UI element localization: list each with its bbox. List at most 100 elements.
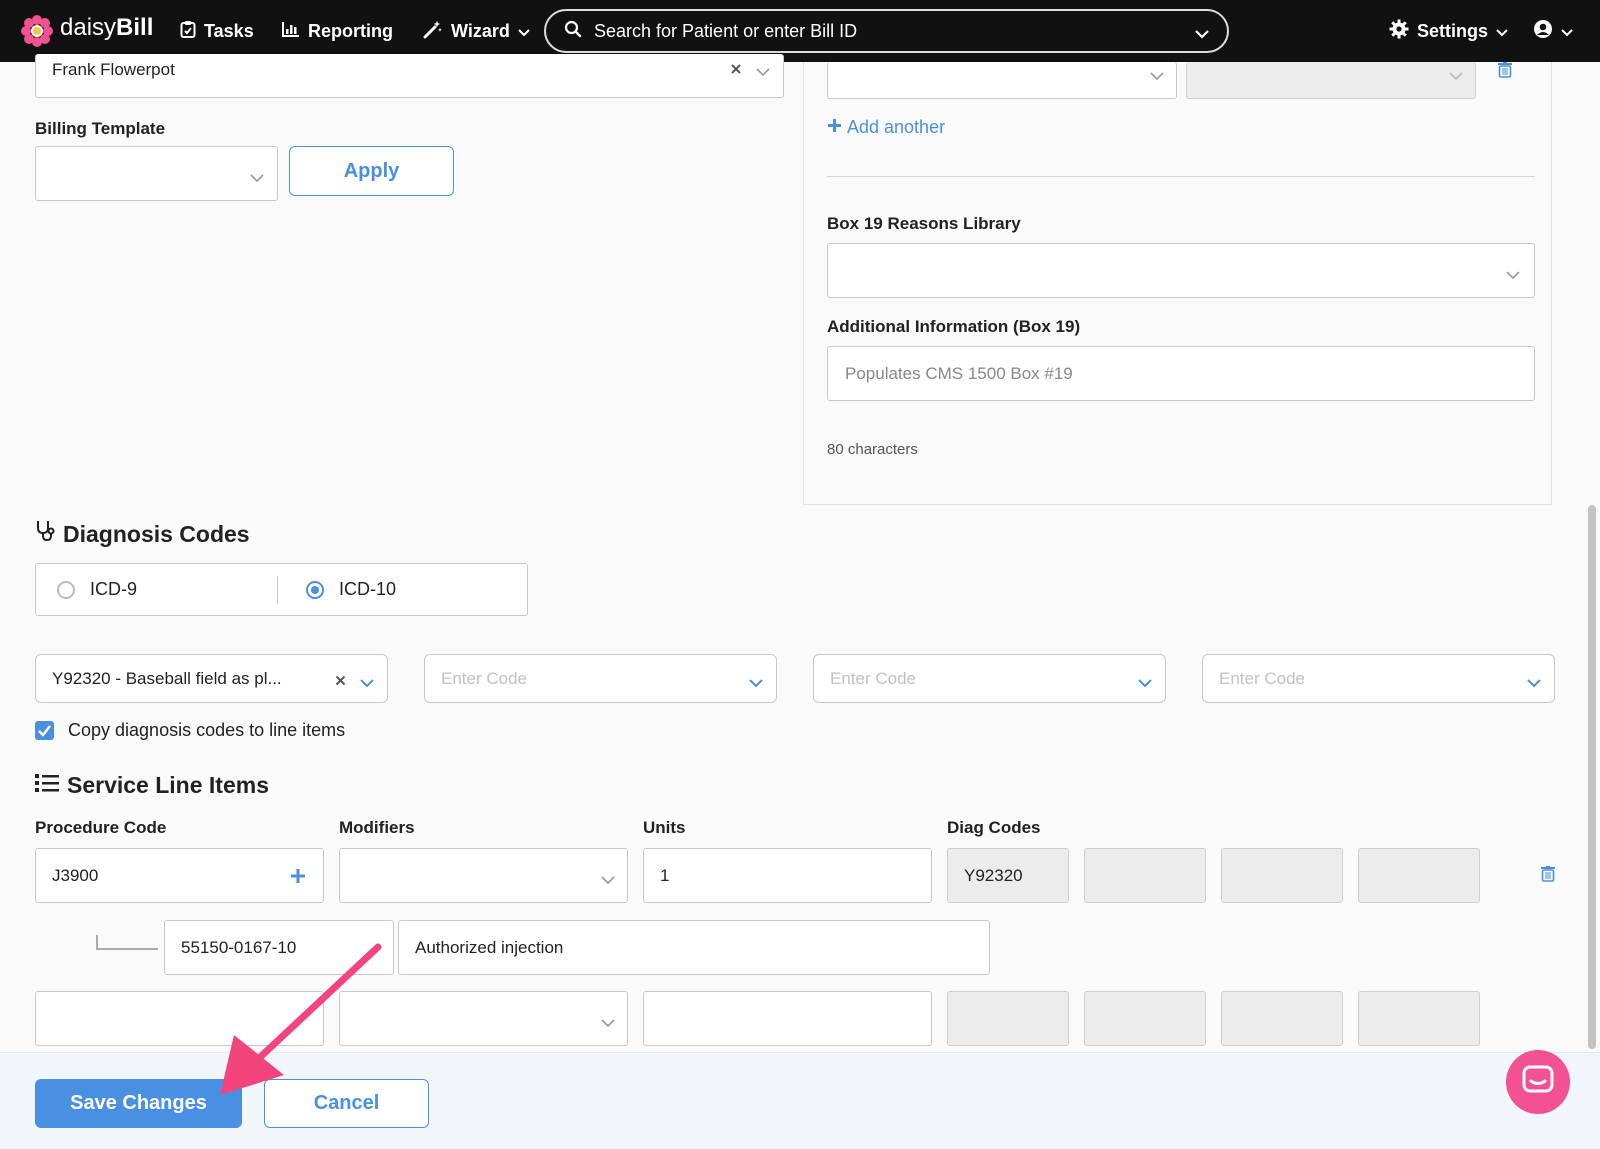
clipboard-check-icon: [180, 20, 196, 43]
daisy-logo-icon[interactable]: [20, 14, 54, 48]
chevron-down-icon: [1150, 68, 1164, 86]
chevron-down-icon: [250, 170, 264, 188]
plus-icon: [827, 117, 842, 138]
diag-pointer-1[interactable]: Y92320: [947, 848, 1069, 903]
apply-button[interactable]: Apply: [289, 146, 454, 196]
diagnosis-code-4-placeholder: Enter Code: [1219, 669, 1305, 688]
provider-select[interactable]: Frank Flowerpot: [35, 54, 784, 98]
billing-template-label: Billing Template: [35, 119, 166, 138]
brand-name[interactable]: daisyBill: [60, 14, 153, 42]
add-another-link[interactable]: Add another: [827, 117, 945, 138]
divider: [827, 176, 1535, 177]
sub-row-connector: [96, 935, 158, 950]
chevron-down-icon: [1561, 21, 1573, 42]
procedure-code-header: Procedure Code: [35, 818, 167, 837]
diag-pointer-3[interactable]: [1221, 848, 1343, 903]
procedure-code-input[interactable]: J3900: [35, 848, 324, 903]
units-input[interactable]: 1: [643, 848, 932, 903]
chevron-down-icon: [601, 872, 615, 890]
additional-info-input[interactable]: Populates CMS 1500 Box #19: [827, 346, 1535, 401]
additional-info-label: Additional Information (Box 19): [827, 317, 1081, 336]
diagnosis-code-4-select[interactable]: Enter Code: [1202, 654, 1555, 703]
units-value: 1: [660, 866, 670, 885]
diag-pointer-1[interactable]: [947, 991, 1069, 1046]
units-input[interactable]: [643, 991, 932, 1046]
radio-checked-icon: [306, 580, 324, 599]
diag-pointer-2[interactable]: [1084, 991, 1206, 1046]
nav-wizard-label: Wizard: [451, 20, 510, 41]
nav-tasks-label: Tasks: [204, 20, 254, 41]
qualifier-value-select[interactable]: [1186, 62, 1476, 99]
diag-pointer-3[interactable]: [1221, 991, 1343, 1046]
chevron-down-icon: [1496, 21, 1508, 42]
trash-icon[interactable]: [1541, 866, 1555, 887]
ndc-description-input[interactable]: Authorized injection: [398, 920, 990, 975]
trash-icon[interactable]: [1498, 62, 1512, 83]
chat-launcher-button[interactable]: [1506, 1050, 1570, 1114]
checkbox-checked-icon: [35, 721, 54, 740]
provider-value: Frank Flowerpot: [52, 60, 175, 79]
qualifier-select[interactable]: [827, 62, 1177, 99]
ndc-description-value: Authorized injection: [415, 938, 564, 957]
units-header: Units: [643, 818, 686, 837]
box19-panel: Add another Box 19 Reasons Library Addit…: [803, 62, 1552, 505]
nav-settings-label: Settings: [1417, 20, 1489, 41]
chevron-down-icon: [1138, 675, 1152, 693]
diagnosis-code-2-select[interactable]: Enter Code: [424, 654, 777, 703]
box19-library-label: Box 19 Reasons Library: [827, 214, 1021, 233]
char-count: 80 characters: [827, 441, 918, 458]
magic-wand-icon: [423, 19, 443, 44]
nav-reporting-label: Reporting: [308, 20, 393, 41]
chevron-down-icon: [1527, 675, 1541, 693]
plus-icon[interactable]: [290, 868, 306, 889]
nav-reporting[interactable]: Reporting: [282, 18, 393, 44]
nav-tasks[interactable]: Tasks: [180, 18, 254, 44]
icd9-radio[interactable]: ICD-9: [56, 579, 137, 600]
add-another-label: Add another: [847, 117, 946, 137]
service-line-items-title: Service Line Items: [67, 772, 269, 798]
diag-pointer-4[interactable]: [1358, 848, 1480, 903]
additional-info-placeholder: Populates CMS 1500 Box #19: [845, 364, 1073, 383]
divider: [277, 576, 278, 604]
chevron-down-icon: [518, 21, 530, 42]
diagnosis-code-1-select[interactable]: Y92320 - Baseball field as pl...: [35, 654, 388, 703]
diagnosis-code-3-select[interactable]: Enter Code: [813, 654, 1166, 703]
nav-user-menu[interactable]: [1533, 18, 1573, 44]
chevron-down-icon: [756, 64, 770, 82]
gear-icon: [1389, 19, 1409, 44]
nav-wizard-menu[interactable]: Wizard: [423, 18, 530, 44]
icd-version-toggle: ICD-9 ICD-10: [35, 563, 528, 616]
billing-template-select[interactable]: [35, 146, 278, 201]
annotation-arrow-icon: [220, 943, 382, 1095]
clear-x-icon[interactable]: [730, 62, 742, 80]
chat-icon: [1522, 1065, 1554, 1100]
search-placeholder: Search for Patient or enter Bill ID: [594, 20, 858, 41]
diagnosis-codes-heading: Diagnosis Codes: [35, 520, 250, 548]
diag-pointer-1-value: Y92320: [964, 866, 1023, 885]
radio-unchecked-icon: [57, 580, 75, 599]
box19-library-select[interactable]: [827, 243, 1535, 298]
diag-pointer-2[interactable]: [1084, 848, 1206, 903]
diagnosis-code-2-placeholder: Enter Code: [441, 669, 527, 688]
copy-diagnosis-checkbox[interactable]: Copy diagnosis codes to line items: [35, 720, 345, 741]
icd10-radio[interactable]: ICD-10: [305, 579, 396, 600]
chevron-down-icon: [360, 675, 374, 693]
modifiers-header: Modifiers: [339, 818, 415, 837]
clear-x-icon[interactable]: [335, 673, 346, 691]
nav-settings-menu[interactable]: Settings: [1389, 18, 1508, 44]
chevron-down-icon: [749, 675, 763, 693]
patient-search-input[interactable]: Search for Patient or enter Bill ID: [544, 9, 1229, 53]
scrollbar[interactable]: [1588, 505, 1596, 1049]
modifiers-select[interactable]: [339, 848, 628, 903]
diagnosis-code-1-value: Y92320 - Baseball field as pl...: [52, 669, 282, 688]
diag-codes-header: Diag Codes: [947, 818, 1041, 837]
bar-chart-icon: [282, 21, 300, 42]
diag-pointer-4[interactable]: [1358, 991, 1480, 1046]
user-avatar-icon: [1533, 19, 1553, 44]
procedure-code-value: J3900: [52, 866, 99, 885]
search-chevron-down-icon[interactable]: [1195, 26, 1209, 44]
icd9-label: ICD-9: [90, 579, 138, 599]
stethoscope-icon: [35, 520, 55, 548]
chevron-down-icon: [601, 1015, 615, 1033]
chevron-down-icon: [1506, 267, 1520, 285]
